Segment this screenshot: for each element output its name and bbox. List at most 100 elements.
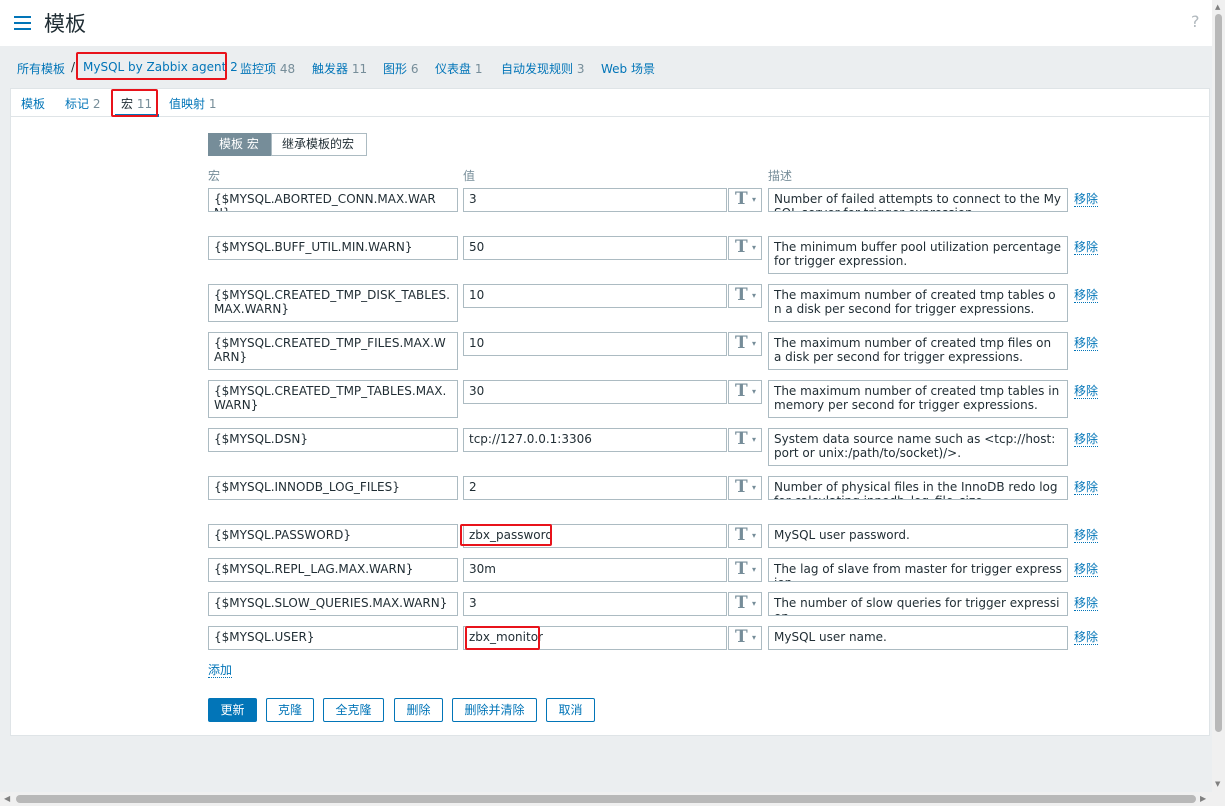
value-type-dropdown[interactable]: T ▾: [728, 558, 762, 582]
form-tabs: 模板 标记 2 宏 11 值映射 1: [11, 89, 1209, 117]
highlight-box: [460, 524, 552, 546]
menu-icon[interactable]: [14, 16, 31, 30]
chevron-down-icon: ▾: [752, 291, 757, 300]
help-icon[interactable]: ?: [1191, 12, 1200, 31]
macro-name-field[interactable]: {$MYSQL.INNODB_LOG_FILES}: [208, 476, 458, 500]
macro-value-field[interactable]: 50: [463, 236, 727, 260]
value-type-dropdown[interactable]: T ▾: [728, 592, 762, 616]
scroll-right-icon[interactable]: ▶: [1200, 794, 1206, 803]
scroll-left-icon[interactable]: ◀: [4, 794, 10, 803]
remove-macro-link[interactable]: 移除: [1074, 433, 1099, 447]
macro-description-field[interactable]: MySQL user name.: [768, 626, 1068, 650]
remove-macro-link[interactable]: 移除: [1074, 597, 1099, 611]
vertical-scrollbar[interactable]: ▲ ▼: [1212, 0, 1225, 792]
macro-description-field[interactable]: Number of physical files in the InnoDB r…: [768, 476, 1068, 500]
chevron-down-icon: ▾: [752, 339, 757, 348]
macro-description-field[interactable]: The maximum number of created tmp files …: [768, 332, 1068, 370]
macro-name-field[interactable]: {$MYSQL.REPL_LAG.MAX.WARN}: [208, 558, 458, 582]
text-type-icon: T: [735, 429, 748, 449]
macro-description-field[interactable]: The maximum number of created tmp tables…: [768, 284, 1068, 322]
text-type-icon: T: [735, 237, 748, 257]
highlight-box: [76, 52, 227, 80]
tab-tags[interactable]: 标记 2: [65, 95, 100, 112]
toggle-inherited-macros[interactable]: 继承模板的宏: [271, 133, 367, 156]
macro-value-field[interactable]: tcp://127.0.0.1:3306: [463, 428, 727, 452]
scroll-up-icon[interactable]: ▲: [1215, 3, 1220, 11]
column-header-description: 描述: [768, 169, 793, 183]
macro-description-field[interactable]: The maximum number of created tmp tables…: [768, 380, 1068, 418]
remove-macro-link[interactable]: 移除: [1074, 481, 1099, 495]
macro-name-field[interactable]: {$MYSQL.DSN}: [208, 428, 458, 452]
macro-value-field[interactable]: 3: [463, 188, 727, 212]
macro-name-field[interactable]: {$MYSQL.PASSWORD}: [208, 524, 458, 548]
value-type-dropdown[interactable]: T ▾: [728, 524, 762, 548]
page-header: 模板 ?: [0, 0, 1212, 46]
macro-name-field[interactable]: {$MYSQL.USER}: [208, 626, 458, 650]
macro-name-field[interactable]: {$MYSQL.BUFF_UTIL.MIN.WARN}: [208, 236, 458, 260]
vertical-scroll-thumb[interactable]: [1215, 14, 1222, 732]
full-clone-button[interactable]: 全克隆: [323, 698, 384, 722]
remove-macro-link[interactable]: 移除: [1074, 385, 1099, 399]
highlight-box: [465, 626, 540, 650]
value-type-dropdown[interactable]: T ▾: [728, 476, 762, 500]
chevron-down-icon: ▾: [752, 243, 757, 252]
macro-description-field[interactable]: The lag of slave from master for trigger…: [768, 558, 1068, 582]
macro-value-field[interactable]: 10: [463, 284, 727, 308]
chevron-down-icon: ▾: [752, 435, 757, 444]
macro-name-field[interactable]: {$MYSQL.CREATED_TMP_TABLES.MAX.WARN}: [208, 380, 458, 418]
delete-and-clear-button[interactable]: 删除并清除: [452, 698, 537, 722]
value-type-dropdown[interactable]: T ▾: [728, 284, 762, 308]
macro-name-field[interactable]: {$MYSQL.SLOW_QUERIES.MAX.WARN}: [208, 592, 458, 616]
scroll-down-icon[interactable]: ▼: [1215, 780, 1220, 788]
macro-name-field[interactable]: {$MYSQL.CREATED_TMP_DISK_TABLES.MAX.WARN…: [208, 284, 458, 322]
clone-button[interactable]: 克隆: [266, 698, 314, 722]
breadcrumb-all-templates[interactable]: 所有模板: [17, 60, 65, 77]
value-type-dropdown[interactable]: T ▾: [728, 380, 762, 404]
chevron-down-icon: ▾: [752, 633, 757, 642]
tab-value-mapping[interactable]: 值映射 1: [169, 95, 216, 112]
horizontal-scrollbar[interactable]: ◀ ▶: [0, 792, 1225, 806]
nav-triggers[interactable]: 触发器 11: [312, 60, 367, 77]
macro-value-field[interactable]: 30: [463, 380, 727, 404]
remove-macro-link[interactable]: 移除: [1074, 241, 1099, 255]
remove-macro-link[interactable]: 移除: [1074, 529, 1099, 543]
macro-value-field[interactable]: 2: [463, 476, 727, 500]
chevron-down-icon: ▾: [752, 599, 757, 608]
value-type-dropdown[interactable]: T ▾: [728, 188, 762, 212]
nav-dashboards[interactable]: 仪表盘 1: [435, 60, 482, 77]
remove-macro-link[interactable]: 移除: [1074, 631, 1099, 645]
macro-description-field[interactable]: System data source name such as <tcp://h…: [768, 428, 1068, 466]
text-type-icon: T: [735, 285, 748, 305]
value-type-dropdown[interactable]: T ▾: [728, 236, 762, 260]
macro-value-field[interactable]: 10: [463, 332, 727, 356]
chevron-down-icon: ▾: [752, 483, 757, 492]
value-type-dropdown[interactable]: T ▾: [728, 332, 762, 356]
remove-macro-link[interactable]: 移除: [1074, 193, 1099, 207]
macro-value-field[interactable]: 3: [463, 592, 727, 616]
remove-macro-link[interactable]: 移除: [1074, 289, 1099, 303]
nav-graphs[interactable]: 图形 6: [383, 60, 418, 77]
text-type-icon: T: [735, 525, 748, 545]
nav-items[interactable]: 监控项 48: [240, 60, 295, 77]
update-button[interactable]: 更新: [208, 698, 257, 722]
nav-discovery-rules[interactable]: 自动发现规则 3: [501, 60, 584, 77]
macro-name-field[interactable]: {$MYSQL.CREATED_TMP_FILES.MAX.WARN}: [208, 332, 458, 370]
remove-macro-link[interactable]: 移除: [1074, 337, 1099, 351]
macro-description-field[interactable]: The number of slow queries for trigger e…: [768, 592, 1068, 616]
add-macro-link[interactable]: 添加: [208, 664, 233, 678]
tab-template[interactable]: 模板: [21, 95, 45, 112]
remove-macro-link[interactable]: 移除: [1074, 563, 1099, 577]
value-type-dropdown[interactable]: T ▾: [728, 626, 762, 650]
value-type-dropdown[interactable]: T ▾: [728, 428, 762, 452]
macro-name-field[interactable]: {$MYSQL.ABORTED_CONN.MAX.WARN}: [208, 188, 458, 212]
macro-value-field[interactable]: 30m: [463, 558, 727, 582]
macro-description-field[interactable]: The minimum buffer pool utilization perc…: [768, 236, 1068, 274]
cancel-button[interactable]: 取消: [546, 698, 595, 722]
macro-description-field[interactable]: Number of failed attempts to connect to …: [768, 188, 1068, 212]
toggle-template-macros[interactable]: 模板 宏: [208, 133, 271, 156]
horizontal-scroll-thumb[interactable]: [16, 795, 1196, 803]
text-type-icon: T: [735, 381, 748, 401]
delete-button[interactable]: 删除: [394, 698, 443, 722]
macro-description-field[interactable]: MySQL user password.: [768, 524, 1068, 548]
nav-web-scenarios[interactable]: Web 场景: [601, 60, 655, 77]
